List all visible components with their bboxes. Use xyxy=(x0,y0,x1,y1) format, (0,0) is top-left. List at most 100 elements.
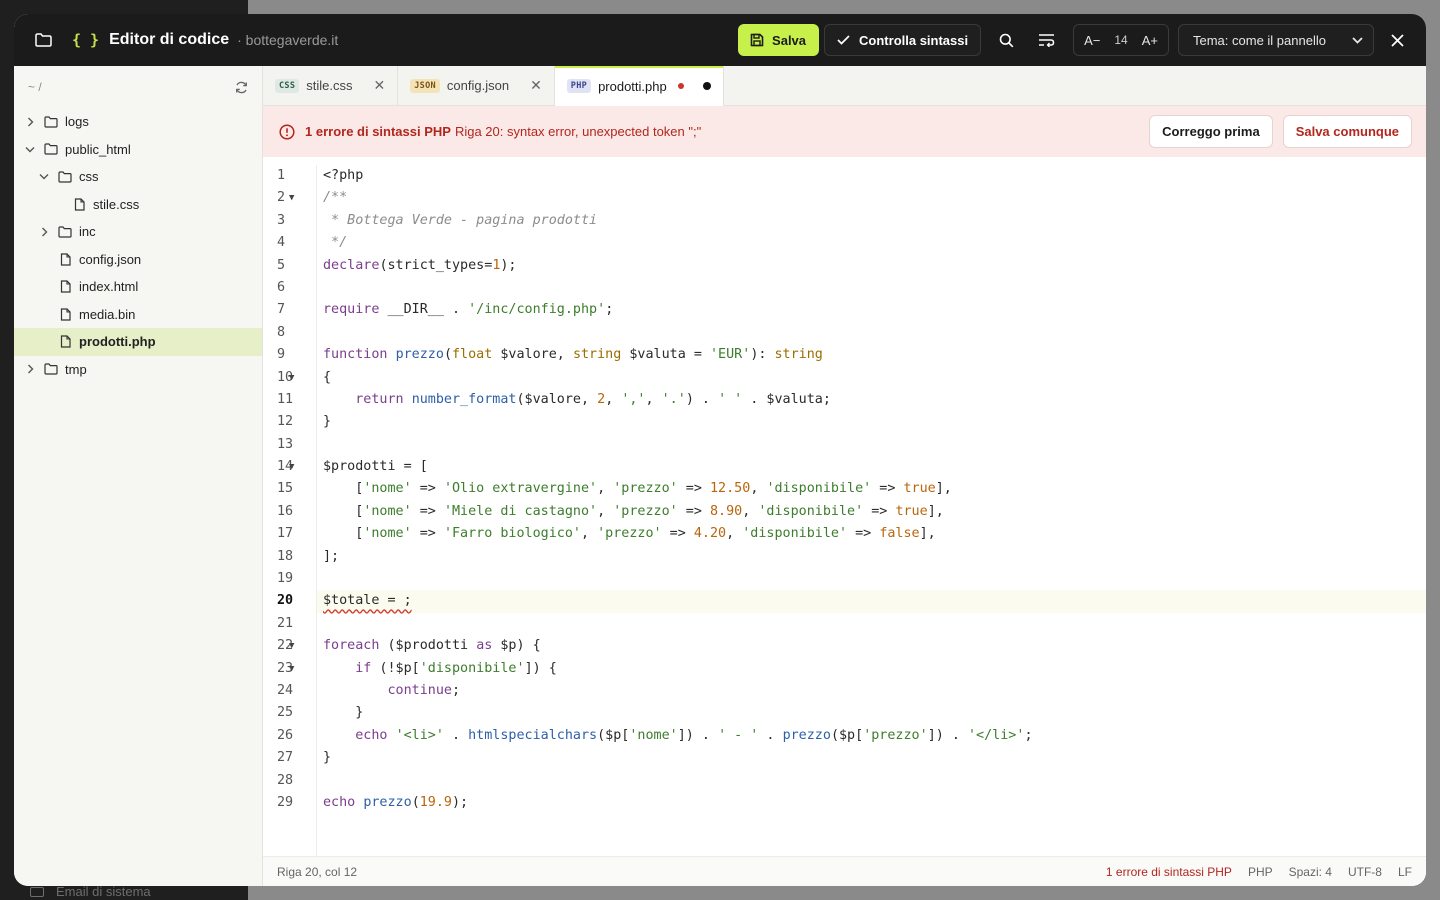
code-line: ['nome' => 'Olio extravergine', 'prezzo'… xyxy=(323,481,952,497)
code-content[interactable]: <?php /** * Bottega Verde - pagina prodo… xyxy=(317,165,1426,856)
tab-config-json[interactable]: JSON config.json ✕ xyxy=(398,66,555,105)
line-number: 8 xyxy=(277,324,286,340)
check-syntax-button[interactable]: Controlla sintassi xyxy=(824,24,982,56)
line-number: 23 ▼ xyxy=(263,658,316,680)
tree-item-label: stile.css xyxy=(93,196,140,212)
font-decrease-button[interactable]: A− xyxy=(1078,33,1106,48)
save-button[interactable]: Salva xyxy=(738,24,820,56)
chevron-down-icon xyxy=(1352,36,1363,44)
chevron-down-icon[interactable] xyxy=(39,173,49,180)
tree-item-stile-css[interactable]: stile.css xyxy=(14,191,262,219)
unsaved-dot-icon[interactable] xyxy=(702,82,711,90)
tree-item-public-html[interactable]: public_html xyxy=(14,136,262,164)
tree-item-label: index.html xyxy=(79,279,139,295)
font-increase-button[interactable]: A+ xyxy=(1136,33,1164,48)
line-number: 22 ▼ xyxy=(263,635,316,657)
tab-stile-css[interactable]: CSS stile.css ✕ xyxy=(263,66,399,105)
code-line: if (!$p['disponibile']) { xyxy=(355,660,557,676)
tree-item-config-json[interactable]: config.json xyxy=(14,246,262,274)
cursor-position: Riga 20, col 12 xyxy=(277,864,358,879)
file-tree-header: ~ / xyxy=(14,66,262,108)
line-number: 20 xyxy=(277,593,294,609)
chevron-right-icon[interactable] xyxy=(39,227,49,237)
status-encoding[interactable]: UTF-8 xyxy=(1348,865,1382,879)
file-icon xyxy=(58,307,72,321)
line-number: 1 xyxy=(277,168,286,183)
refresh-icon[interactable] xyxy=(235,81,248,94)
chevron-right-icon[interactable] xyxy=(25,364,35,374)
error-title: 1 errore di sintassi PHP xyxy=(305,124,451,139)
code-line: } xyxy=(323,750,332,766)
status-indent[interactable]: Spazi: 4 xyxy=(1289,865,1332,879)
check-icon xyxy=(837,35,850,45)
fold-toggle-icon[interactable]: ▼ xyxy=(289,456,294,478)
tree-item-media-bin[interactable]: media.bin xyxy=(14,301,262,329)
line-number: 15 xyxy=(277,481,294,497)
tree-item-css[interactable]: css xyxy=(14,163,262,191)
tree-item-index-html[interactable]: index.html xyxy=(14,273,262,301)
current-path: ~ / xyxy=(28,80,42,94)
line-number: 5 xyxy=(277,257,286,273)
line-number: 2 ▼ xyxy=(263,187,316,209)
fold-toggle-icon[interactable]: ▼ xyxy=(289,187,294,209)
fold-toggle-icon[interactable]: ▼ xyxy=(289,635,294,657)
error-dot-icon xyxy=(677,83,684,89)
code-line: foreach ($prodotti as $p) { xyxy=(323,638,541,654)
status-eol[interactable]: LF xyxy=(1398,865,1412,879)
status-language[interactable]: PHP xyxy=(1248,865,1273,879)
theme-select[interactable]: Tema: come il pannello xyxy=(1178,24,1374,56)
tree-item-logs[interactable]: logs xyxy=(14,108,262,136)
tree-item-label: inc xyxy=(79,224,96,240)
line-number: 4 xyxy=(277,235,286,251)
code-line: ['nome' => 'Farro biologico', 'prezzo' =… xyxy=(323,526,936,542)
file-icon xyxy=(58,252,72,266)
search-icon[interactable] xyxy=(991,25,1021,55)
code-line: function prezzo(float $valore, string $v… xyxy=(323,347,823,363)
close-tab-icon[interactable]: ✕ xyxy=(374,77,386,94)
editor-domain: · bottegaverde.it xyxy=(237,32,339,48)
chevron-down-icon[interactable] xyxy=(25,146,35,153)
word-wrap-icon[interactable] xyxy=(1031,25,1061,55)
php-badge: PHP xyxy=(566,79,592,93)
file-tree: logs public_htmlcss stile.css inc config.jso… xyxy=(14,108,262,383)
backdrop-email-item: Email di sistema xyxy=(30,884,151,899)
code-braces-icon: { } xyxy=(72,31,100,49)
code-line: } xyxy=(323,414,332,430)
font-size-control: A− 14 A+ xyxy=(1073,24,1169,56)
folder-toggle-icon[interactable] xyxy=(34,31,52,49)
code-line: require __DIR__ . '/inc/config.php'; xyxy=(323,302,614,318)
line-number: 18 xyxy=(277,548,294,564)
code-line: $prodotti = [ xyxy=(323,459,428,475)
line-number: 7 xyxy=(277,302,286,318)
code-line: /** xyxy=(323,190,348,206)
editor-pane: CSS stile.css ✕ JSON config.json ✕ PHP p… xyxy=(263,66,1426,886)
fold-toggle-icon[interactable]: ▼ xyxy=(289,367,294,389)
tab-prodotti-php[interactable]: PHP prodotti.php xyxy=(554,66,724,106)
tree-item-inc[interactable]: inc xyxy=(14,218,262,246)
tree-item-prodotti-php[interactable]: prodotti.php xyxy=(14,328,262,356)
tree-item-label: prodotti.php xyxy=(79,334,156,350)
code-line: { xyxy=(323,369,332,385)
tree-item-tmp[interactable]: tmp xyxy=(14,356,262,384)
floppy-icon xyxy=(750,33,764,47)
file-icon xyxy=(58,280,72,294)
chevron-right-icon[interactable] xyxy=(25,117,35,127)
line-number: 17 xyxy=(277,526,294,542)
tree-item-label: public_html xyxy=(65,141,131,157)
close-tab-icon[interactable]: ✕ xyxy=(530,77,542,94)
status-errors[interactable]: 1 errore di sintassi PHP xyxy=(1106,865,1232,879)
fix-first-button[interactable]: Correggo prima xyxy=(1149,115,1273,148)
line-number: 9 xyxy=(277,347,286,363)
fold-toggle-icon[interactable]: ▼ xyxy=(289,658,294,680)
line-number: 6 xyxy=(277,279,286,295)
editor-title: Editor di codice xyxy=(109,31,230,48)
close-icon[interactable] xyxy=(1382,25,1412,55)
file-icon xyxy=(58,335,72,349)
save-anyway-button[interactable]: Salva comunque xyxy=(1282,115,1412,148)
code-area[interactable]: 1 2 ▼ 3 4 5 6 7 8 9 10 ▼ 11 12 13 14 ▼ 15 16 17 18 19 20 21 22 ▼ 2… xyxy=(263,157,1426,856)
line-number: 19 xyxy=(277,571,294,587)
